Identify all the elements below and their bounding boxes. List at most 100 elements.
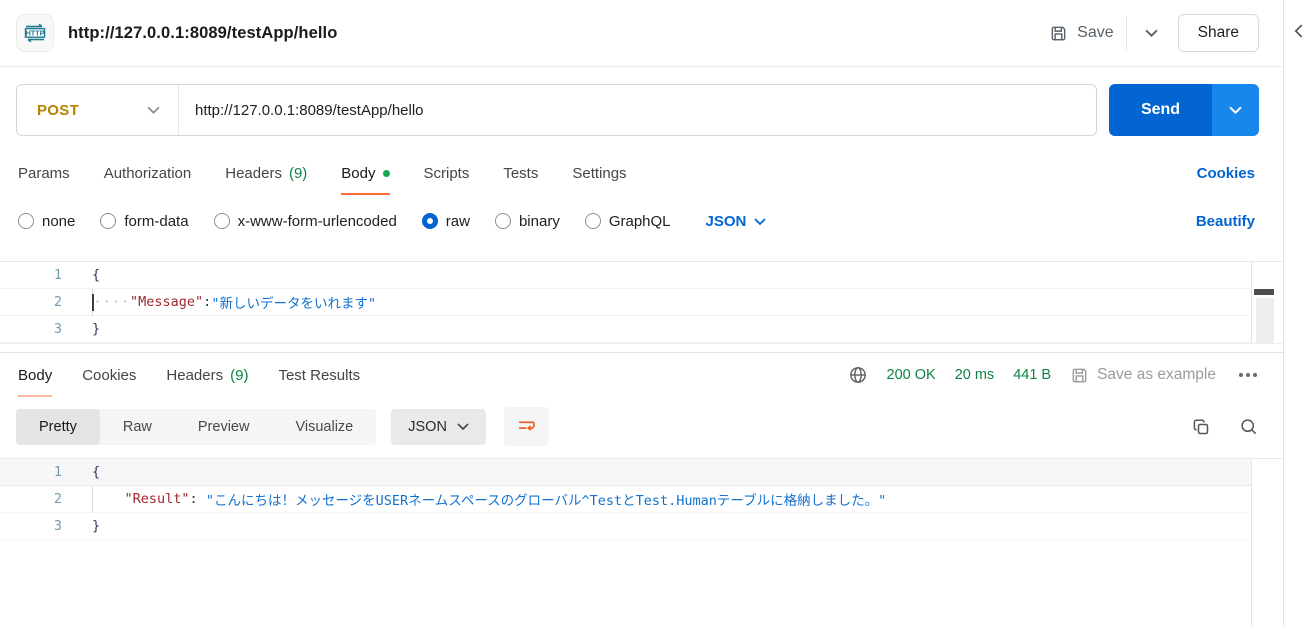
collapse-sidebar-chevron[interactable] [1294,24,1303,38]
send-options-chevron[interactable] [1212,84,1259,136]
code-token: { [92,464,101,480]
editor-line: 2 ···· "Message": "新しいデータをいれます" [0,288,1283,316]
response-tab-cookies[interactable]: Cookies [82,353,136,397]
save-button[interactable]: Save [1049,24,1114,43]
save-as-example-button[interactable]: Save as example [1070,366,1216,385]
json-colon: : [189,491,206,507]
editor-line: 2 "Result": "こんにちは！メッセージをUSERネームスペースのグロー… [0,485,1283,513]
app-window: HTTP http://127.0.0.1:8089/testApp/hello… [0,0,1313,626]
radio-icon[interactable] [213,213,230,229]
view-raw[interactable]: Raw [100,409,175,445]
chevron-down-icon [754,217,767,225]
code-token: } [92,321,101,337]
more-options-icon[interactable] [1235,369,1261,381]
save-options-chevron[interactable] [1139,23,1164,43]
tab-tests[interactable]: Tests [503,151,538,195]
response-tools [1191,417,1259,437]
json-string-value: "新しいデータをいれます" [211,296,377,312]
share-button[interactable]: Share [1177,14,1259,52]
radio-icon[interactable] [494,213,511,229]
response-body-viewer[interactable]: 1 { 2 "Result": "こんにちは！メッセージをUSERネームスペース… [0,458,1283,626]
request-response-divider [0,344,1283,353]
chevron-down-icon [1229,106,1242,114]
search-icon [1241,418,1257,434]
line-number: 3 [53,321,62,337]
view-preview[interactable]: Preview [175,409,273,445]
radio-icon[interactable] [100,213,117,229]
raw-language-selector[interactable]: JSON [706,213,767,230]
body-mode-selector: none form-data x-www-form-urlencoded raw… [0,195,1283,247]
whitespace-dots: ···· [93,294,131,310]
send-label[interactable]: Send [1109,84,1212,136]
response-meta: 200 OK 20 ms 441 B Save as example [848,353,1261,397]
search-response-button[interactable] [1239,417,1259,437]
response-tab-body[interactable]: Body [18,353,53,397]
code-token: { [92,267,101,283]
right-sidebar-rail [1284,0,1313,626]
response-tab-test-results[interactable]: Test Results [278,353,360,397]
request-title: http://127.0.0.1:8089/testApp/hello [68,23,338,42]
save-label: Save [1077,24,1114,41]
tab-scripts[interactable]: Scripts [424,151,470,195]
svg-text:HTTP: HTTP [26,29,45,38]
request-url-bar: POST Send [0,67,1283,151]
beautify-link[interactable]: Beautify [1196,213,1255,230]
body-content-dot [382,169,390,177]
request-tabs: Params Authorization Headers (9) Body Scr… [0,151,1283,195]
indent-spaces [92,491,125,507]
line-number: 2 [53,294,62,310]
mode-none[interactable]: none [18,213,75,230]
chevron-down-icon [147,106,160,114]
chevron-left-icon [1294,24,1303,38]
mode-binary[interactable]: binary [494,213,560,230]
wrap-lines-button[interactable] [503,407,549,446]
tab-params[interactable]: Params [18,151,70,195]
cookies-link[interactable]: Cookies [1197,165,1255,182]
response-tabs-bar: Body Cookies Headers (9) Test Results 200… [0,353,1283,397]
view-pretty[interactable]: Pretty [16,408,100,445]
mode-x-www-form-urlencoded[interactable]: x-www-form-urlencoded [213,213,397,230]
response-tab-headers[interactable]: Headers (9) [166,353,248,397]
scrollbar-thumb[interactable] [1256,298,1274,344]
http-request-type-icon: HTTP [16,14,54,52]
json-string-value: "こんにちは！メッセージをUSERネームスペースのグローバル^TestとTest… [205,493,887,509]
radio-icon-selected[interactable] [421,213,438,229]
save-split-divider [1125,16,1127,50]
line-number: 1 [53,267,62,283]
response-time[interactable]: 20 ms [955,367,995,383]
tab-headers[interactable]: Headers (9) [225,151,307,195]
network-globe-icon[interactable] [848,365,868,385]
response-view-toolbar: Pretty Raw Preview Visualize JSON [0,397,1283,458]
mode-graphql[interactable]: GraphQL [584,213,671,230]
response-language-selector[interactable]: JSON [391,408,486,445]
save-floppy-icon [1072,368,1087,382]
send-button[interactable]: Send [1109,84,1259,136]
json-key: "Message" [130,294,204,310]
method-label: POST [37,101,80,119]
response-status[interactable]: 200 OK [887,367,936,383]
editor-scrollbar[interactable] [1251,262,1283,344]
url-input[interactable] [179,85,1096,135]
mode-raw[interactable]: raw [421,213,470,230]
json-colon: : [203,294,212,310]
view-visualize[interactable]: Visualize [272,409,376,445]
radio-icon[interactable] [18,213,34,229]
chevron-down-icon [1145,29,1158,37]
response-size[interactable]: 441 B [1013,367,1051,383]
editor-scrollbar[interactable] [1251,459,1283,626]
request-body-editor[interactable]: 1 { 2 ···· "Message": "新しいデータをいれます" 3 } [0,261,1283,344]
mode-form-data[interactable]: form-data [100,213,189,230]
main-panel: HTTP http://127.0.0.1:8089/testApp/hello… [0,0,1284,626]
radio-icon[interactable] [584,213,601,229]
overview-ruler-mark[interactable] [1254,289,1274,295]
tab-body[interactable]: Body [341,151,390,195]
line-number: 1 [53,464,62,480]
method-selector[interactable]: POST [17,85,179,135]
header-actions: Save Share [1049,14,1259,52]
code-token: } [92,518,101,534]
editor-line: 1 { [0,262,1283,289]
tab-authorization[interactable]: Authorization [104,151,192,195]
tab-settings[interactable]: Settings [572,151,626,195]
save-floppy-icon [1051,26,1066,40]
copy-response-button[interactable] [1191,417,1211,437]
